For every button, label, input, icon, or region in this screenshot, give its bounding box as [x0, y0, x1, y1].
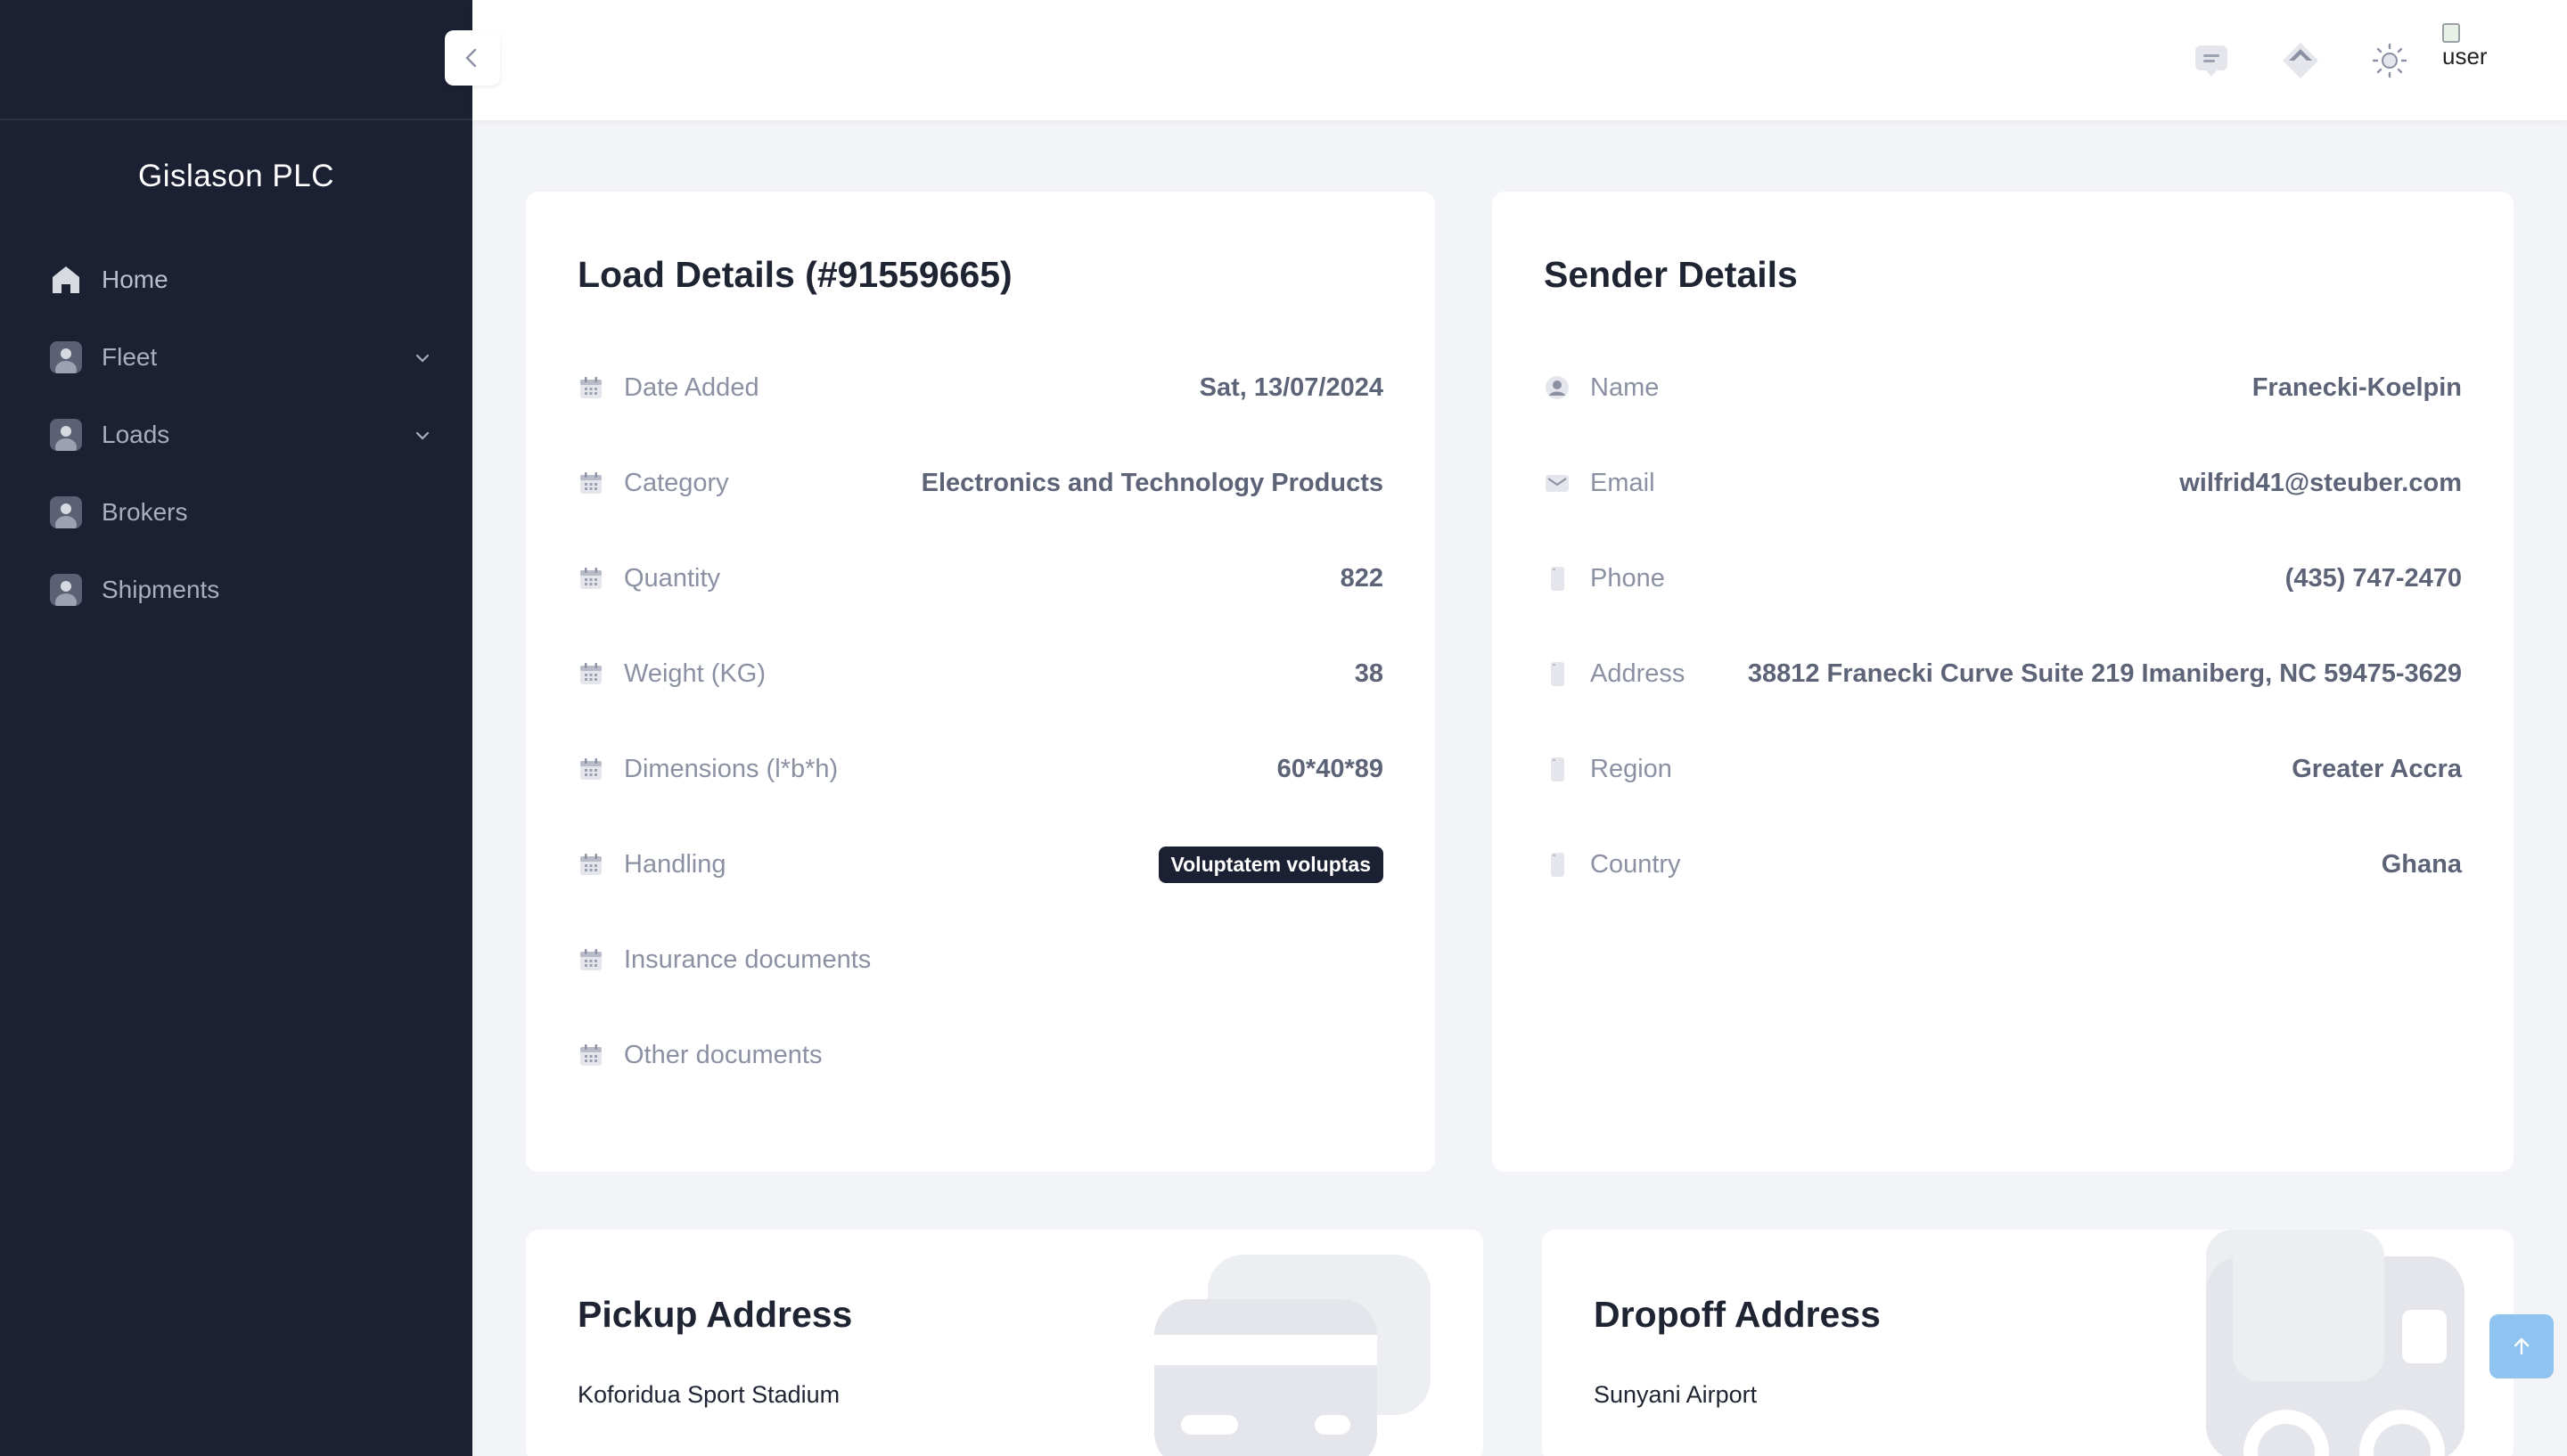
load-detail-label: Weight (KG) — [624, 658, 767, 688]
credit-card-icon — [1154, 1255, 1431, 1456]
load-details-title: Load Details (#91559665) — [578, 254, 1013, 295]
calendar-icon — [578, 756, 604, 782]
load-detail-row: Category Electronics and Technology Produ… — [578, 456, 1383, 510]
broken-image-icon — [2442, 23, 2460, 43]
sender-detail-row: Address 38812 Franecki Curve Suite 219 Im… — [1544, 647, 2462, 700]
truck-icon — [2206, 1230, 2464, 1456]
calendar-icon — [578, 565, 604, 592]
handling-badge: Voluptatem voluptas — [1158, 846, 1383, 883]
load-detail-label: Dimensions (l*b*h) — [624, 754, 839, 783]
load-detail-value: Electronics and Technology Products — [921, 468, 1383, 497]
dropoff-address-title: Dropoff Address — [1594, 1294, 1881, 1335]
calendar-icon — [578, 946, 604, 973]
calendar-icon — [578, 660, 604, 687]
sidebar: Gislason PLC Home Fleet Loads Brokers Sh… — [0, 0, 472, 1456]
sidebar-item-fleet[interactable]: Fleet — [0, 318, 472, 396]
sidebar-item-label: Home — [102, 265, 168, 293]
sender-details-title: Sender Details — [1544, 254, 1798, 295]
sidebar-item-label: Brokers — [102, 497, 188, 526]
sender-detail-row: Name Franecki-Koelpin — [1544, 361, 2462, 414]
sender-detail-label: Email — [1590, 468, 1655, 497]
load-detail-label: Insurance documents — [624, 945, 872, 974]
chat-icon[interactable] — [2186, 36, 2236, 86]
pickup-address-card: Pickup Address Koforidua Sport Stadium — [526, 1230, 1483, 1456]
chevron-down-icon — [414, 422, 431, 451]
sidebar-collapse-button[interactable] — [445, 30, 500, 86]
load-details-card: Load Details (#91559665) Date Added Sat, … — [526, 192, 1435, 1172]
sun-icon[interactable] — [2365, 36, 2415, 86]
sender-detail-row: Phone (435) 747-2470 — [1544, 552, 2462, 605]
user-avatar[interactable]: user — [2442, 23, 2496, 86]
load-detail-row: Quantity 822 — [578, 552, 1383, 605]
sidebar-item-home[interactable]: Home — [0, 241, 472, 318]
avatar-icon — [50, 340, 82, 373]
load-detail-row: Handling Voluptatem voluptas — [578, 838, 1383, 891]
load-detail-value: Sat, 13/07/2024 — [1199, 372, 1383, 402]
sender-detail-label: Phone — [1590, 563, 1665, 593]
sidebar-item-label: Shipments — [102, 575, 220, 603]
sidebar-item-brokers[interactable]: Brokers — [0, 473, 472, 551]
chevron-left-icon — [465, 48, 477, 68]
sidebar-item-shipments[interactable]: Shipments — [0, 551, 472, 628]
load-detail-label: Quantity — [624, 563, 720, 593]
pickup-address-text: Koforidua Sport Stadium — [578, 1381, 841, 1408]
sender-detail-label: Address — [1590, 658, 1685, 688]
sidebar-header — [0, 0, 472, 120]
sender-detail-label: Name — [1590, 372, 1660, 402]
avatar-icon — [50, 418, 82, 451]
sender-detail-value: 38812 Franecki Curve Suite 219 Imaniberg… — [1747, 658, 2462, 688]
scroll-to-top-button[interactable] — [2489, 1314, 2554, 1378]
calendar-icon — [578, 374, 604, 401]
sidebar-item-label: Loads — [102, 420, 170, 448]
load-detail-row: Dimensions (l*b*h) 60*40*89 — [578, 742, 1383, 796]
calendar-icon — [578, 470, 604, 496]
load-detail-label: Date Added — [624, 372, 759, 402]
calendar-icon — [578, 1042, 604, 1068]
mail-icon — [1544, 470, 1571, 496]
sidebar-item-loads[interactable]: Loads — [0, 396, 472, 473]
load-detail-label: Category — [624, 468, 729, 497]
sender-detail-value: Greater Accra — [2292, 754, 2462, 783]
sender-detail-label: Region — [1590, 754, 1672, 783]
avatar-icon — [50, 573, 82, 606]
sender-detail-value: Franecki-Koelpin — [2251, 372, 2462, 402]
sidebar-nav: Home Fleet Loads Brokers Shipments — [0, 241, 472, 628]
home-icon — [50, 264, 82, 296]
load-detail-label: Other documents — [624, 1040, 823, 1069]
user-icon — [1544, 374, 1571, 401]
load-detail-value: 38 — [1354, 658, 1383, 688]
load-detail-row: Date Added Sat, 13/07/2024 — [578, 361, 1383, 414]
sender-detail-value: Ghana — [2381, 849, 2462, 879]
chevron-down-icon — [414, 345, 431, 373]
load-detail-row: Other documents — [578, 1028, 1383, 1082]
topbar — [472, 0, 2567, 120]
sender-detail-value: wilfrid41@steuber.com — [2179, 468, 2462, 497]
sender-detail-row: Country Ghana — [1544, 838, 2462, 891]
sender-detail-label: Country — [1590, 849, 1681, 879]
avatar-icon — [50, 495, 82, 528]
pickup-address-title: Pickup Address — [578, 1294, 853, 1335]
load-detail-value: 822 — [1340, 563, 1383, 593]
load-detail-label: Handling — [624, 849, 726, 879]
phone-icon — [1544, 756, 1571, 782]
dropoff-address-text: Sunyani Airport — [1594, 1381, 1758, 1408]
sender-details-card: Sender Details Name Franecki-Koelpin Email… — [1492, 192, 2514, 1172]
phone-icon — [1544, 851, 1571, 878]
sender-detail-row: Email wilfrid41@steuber.com — [1544, 456, 2462, 510]
phone-icon — [1544, 565, 1571, 592]
arrow-up-icon — [2514, 1337, 2530, 1355]
send-icon[interactable] — [2276, 36, 2325, 86]
sidebar-item-label: Fleet — [102, 342, 158, 371]
calendar-icon — [578, 851, 604, 878]
load-detail-row: Insurance documents — [578, 933, 1383, 986]
load-detail-value: 60*40*89 — [1276, 754, 1383, 783]
load-detail-row: Weight (KG) 38 — [578, 647, 1383, 700]
brand-name: Gislason PLC — [138, 159, 334, 193]
sender-detail-value: (435) 747-2470 — [2284, 563, 2462, 593]
phone-icon — [1544, 660, 1571, 687]
sender-detail-row: Region Greater Accra — [1544, 742, 2462, 796]
dropoff-address-card: Dropoff Address Sunyani Airport — [1542, 1230, 2514, 1456]
